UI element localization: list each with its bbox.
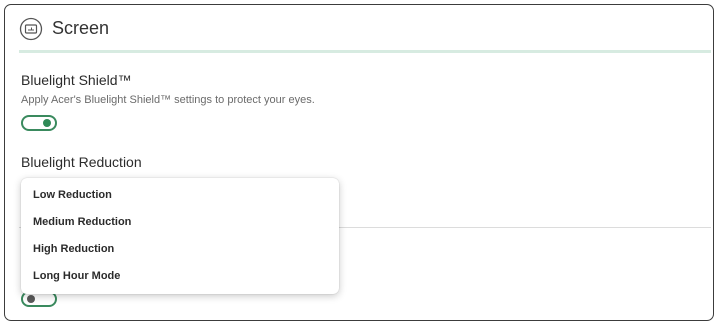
bluelight-shield-toggle[interactable] bbox=[21, 115, 57, 131]
section-header: Screen bbox=[5, 5, 713, 50]
screen-settings-panel: Screen Bluelight Shield™ Apply Acer's Bl… bbox=[4, 4, 714, 321]
option-medium-reduction[interactable]: Medium Reduction bbox=[21, 209, 339, 236]
section-title: Screen bbox=[52, 18, 110, 38]
screen-icon bbox=[19, 17, 43, 41]
bluelight-shield-title: Bluelight Shield™ bbox=[21, 72, 132, 88]
toggle-knob bbox=[43, 119, 51, 127]
bluelight-shield-description: Apply Acer's Bluelight Shield™ settings … bbox=[21, 94, 315, 106]
option-long-hour-mode[interactable]: Long Hour Mode bbox=[21, 263, 339, 290]
option-low-reduction[interactable]: Low Reduction bbox=[21, 182, 339, 209]
header-divider bbox=[19, 50, 711, 53]
toggle-knob bbox=[27, 295, 35, 303]
bluelight-reduction-dropdown: Low Reduction Medium Reduction High Redu… bbox=[21, 178, 339, 294]
option-high-reduction[interactable]: High Reduction bbox=[21, 236, 339, 263]
bluelight-reduction-title: Bluelight Reduction bbox=[21, 154, 142, 170]
